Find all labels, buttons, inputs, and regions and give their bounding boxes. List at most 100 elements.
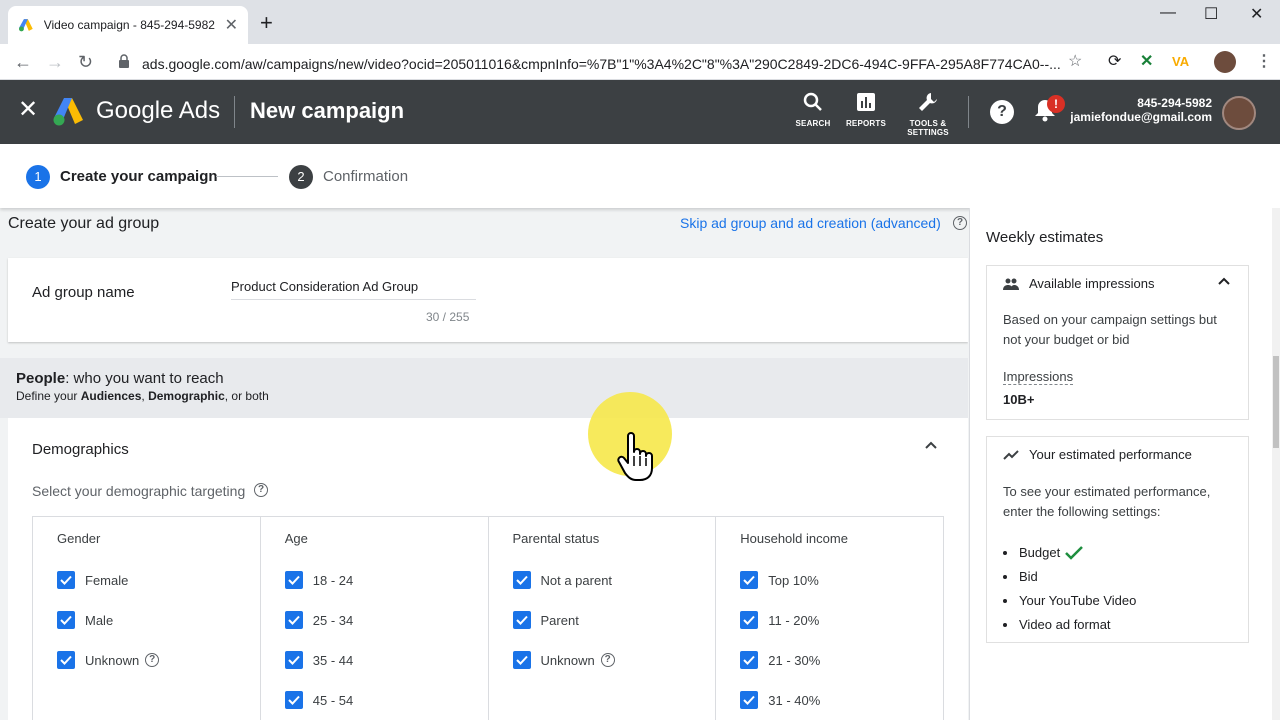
url-field[interactable]: ads.google.com/aw/campaigns/new/video?oc…: [142, 56, 1072, 72]
help-circle-icon[interactable]: ?: [254, 483, 268, 497]
scrollbar-thumb[interactable]: [1273, 356, 1279, 448]
option-label: Unknown: [540, 652, 595, 668]
extension-vh-icon[interactable]: VA: [1172, 52, 1189, 72]
checkbox-checked-icon[interactable]: [57, 611, 75, 629]
people-title-rest: : who you want to reach: [65, 370, 224, 387]
chevron-up-icon[interactable]: [1218, 277, 1230, 285]
age-option[interactable]: 45 - 54: [284, 691, 354, 709]
help-circle-icon[interactable]: ?: [145, 653, 160, 667]
trending-up-icon: [1003, 449, 1019, 460]
list-item: Bid: [1003, 565, 1136, 589]
page-title: New campaign: [250, 98, 405, 123]
google-ads-favicon-icon: [18, 19, 33, 32]
forward-arrow-icon[interactable]: →: [46, 52, 64, 72]
demographics-title[interactable]: Demographics: [32, 441, 129, 458]
age-option[interactable]: 18 - 24: [284, 571, 353, 589]
parental-option[interactable]: Not a parent: [512, 571, 612, 589]
weekly-estimates-panel: Weekly estimates Available impressions B…: [969, 208, 1272, 720]
reports-tool-button[interactable]: REPORTS: [838, 92, 894, 128]
checkbox-checked-icon[interactable]: [57, 571, 75, 589]
reports-icon: [857, 93, 875, 111]
browser-tab[interactable]: Video campaign - 845-294-5982 ✕: [8, 6, 248, 44]
profile-avatar-icon[interactable]: [1214, 51, 1236, 73]
list-item: Your YouTube Video: [1003, 589, 1136, 613]
window-close-icon[interactable]: ✕: [1250, 4, 1263, 24]
gender-column: Gender Female Male Unknown ?: [33, 517, 261, 720]
gender-option-male[interactable]: Male: [57, 611, 113, 629]
age-option[interactable]: 25 - 34: [284, 611, 353, 629]
option-label: Top 10%: [768, 572, 819, 588]
people-section-header: People: who you want to reach Define you…: [0, 358, 968, 418]
checkbox-checked-icon[interactable]: [284, 651, 303, 669]
minimize-icon[interactable]: —: [1160, 4, 1176, 22]
close-campaign-icon[interactable]: ✕: [18, 98, 38, 122]
column-header: Gender: [57, 531, 101, 546]
option-label: 31 - 40%: [768, 692, 821, 708]
estimated-performance-card: Your estimated performance To see your e…: [986, 436, 1249, 643]
list-item-label: Bid: [1019, 569, 1038, 584]
tools-settings-button[interactable]: TOOLS & SETTINGS: [900, 92, 956, 137]
brand-name: Google Ads: [96, 97, 221, 124]
parental-option[interactable]: Parent: [512, 611, 579, 629]
checkbox-checked-icon[interactable]: [740, 571, 759, 589]
checkbox-checked-icon[interactable]: [284, 571, 303, 589]
new-tab-icon[interactable]: +: [260, 12, 273, 34]
search-tool-button[interactable]: SEARCH: [785, 92, 841, 128]
main-content: Create your ad group Skip ad group and a…: [0, 208, 968, 720]
help-circle-icon[interactable]: ?: [600, 653, 615, 667]
people-icon: [1003, 278, 1019, 290]
column-header: Parental status: [512, 531, 600, 546]
bookmark-star-icon[interactable]: ☆: [1068, 52, 1082, 72]
section-title: Create your ad group: [8, 215, 160, 232]
performance-description: To see your estimated performance, enter…: [1003, 484, 1211, 519]
tab-close-icon[interactable]: ✕: [225, 15, 238, 35]
option-label: Male: [85, 612, 114, 628]
checkbox-checked-icon[interactable]: [284, 611, 303, 629]
checkbox-checked-icon[interactable]: [284, 691, 303, 709]
maximize-icon[interactable]: ☐: [1204, 4, 1218, 24]
ads-header: ✕ Google Ads New campaign SEARCH REPORTS…: [0, 80, 1280, 144]
option-label: 35 - 44: [312, 652, 354, 668]
income-option[interactable]: 31 - 40%: [740, 691, 820, 709]
gender-option-unknown[interactable]: Unknown ?: [57, 651, 160, 669]
ad-group-name-input[interactable]: [231, 274, 476, 300]
checkbox-checked-icon[interactable]: [740, 651, 759, 669]
card-header[interactable]: Available impressions: [1003, 276, 1155, 291]
help-icon[interactable]: ?: [990, 100, 1014, 124]
card-header[interactable]: Your estimated performance: [1003, 447, 1192, 462]
extension-icon[interactable]: ✕: [1140, 52, 1153, 72]
gender-option-female[interactable]: Female: [57, 571, 128, 589]
income-option[interactable]: Top 10%: [740, 571, 819, 589]
age-option[interactable]: 35 - 44: [284, 651, 354, 669]
impressions-label[interactable]: Impressions: [1003, 369, 1074, 385]
option-label: Unknown: [85, 652, 140, 668]
checkbox-checked-icon[interactable]: [512, 571, 531, 589]
browser-tab-bar: Video campaign - 845-294-5982 ✕ + — ☐ ✕: [0, 0, 1280, 44]
parental-option[interactable]: Unknown ?: [512, 651, 615, 669]
chevron-up-icon[interactable]: [924, 440, 938, 450]
step-2-number: 2: [289, 165, 313, 189]
back-arrow-icon[interactable]: ←: [14, 52, 32, 72]
step-1-label[interactable]: Create your campaign: [60, 168, 218, 185]
option-label: Female: [85, 572, 129, 588]
chrome-menu-icon[interactable]: ⋮: [1256, 52, 1272, 72]
checkbox-checked-icon[interactable]: [57, 651, 75, 669]
income-option[interactable]: 21 - 30%: [740, 651, 820, 669]
help-circle-icon[interactable]: ?: [953, 216, 967, 230]
checkbox-checked-icon[interactable]: [512, 651, 531, 669]
page-scrollbar[interactable]: [1272, 208, 1280, 720]
avatar[interactable]: [1222, 96, 1256, 130]
step-2-label[interactable]: Confirmation: [323, 168, 408, 185]
reload-icon[interactable]: ↻: [78, 52, 93, 72]
income-option[interactable]: 11 - 20%: [740, 611, 819, 629]
skip-ad-group-link[interactable]: Skip ad group and ad creation (advanced): [680, 215, 941, 231]
account-info[interactable]: 845-294-5982 jamiefondue@gmail.com: [1070, 96, 1212, 124]
demographics-grid: Gender Female Male Unknown ? Age 18 - 24…: [32, 516, 944, 720]
checkbox-checked-icon[interactable]: [512, 611, 531, 629]
sync-extension-icon[interactable]: ⟳: [1108, 52, 1121, 72]
option-label: 45 - 54: [312, 692, 354, 708]
search-tool-label: SEARCH: [795, 119, 831, 128]
people-sub-demographic: Demographic: [148, 389, 225, 403]
checkbox-checked-icon[interactable]: [740, 691, 759, 709]
checkbox-checked-icon[interactable]: [740, 611, 759, 629]
